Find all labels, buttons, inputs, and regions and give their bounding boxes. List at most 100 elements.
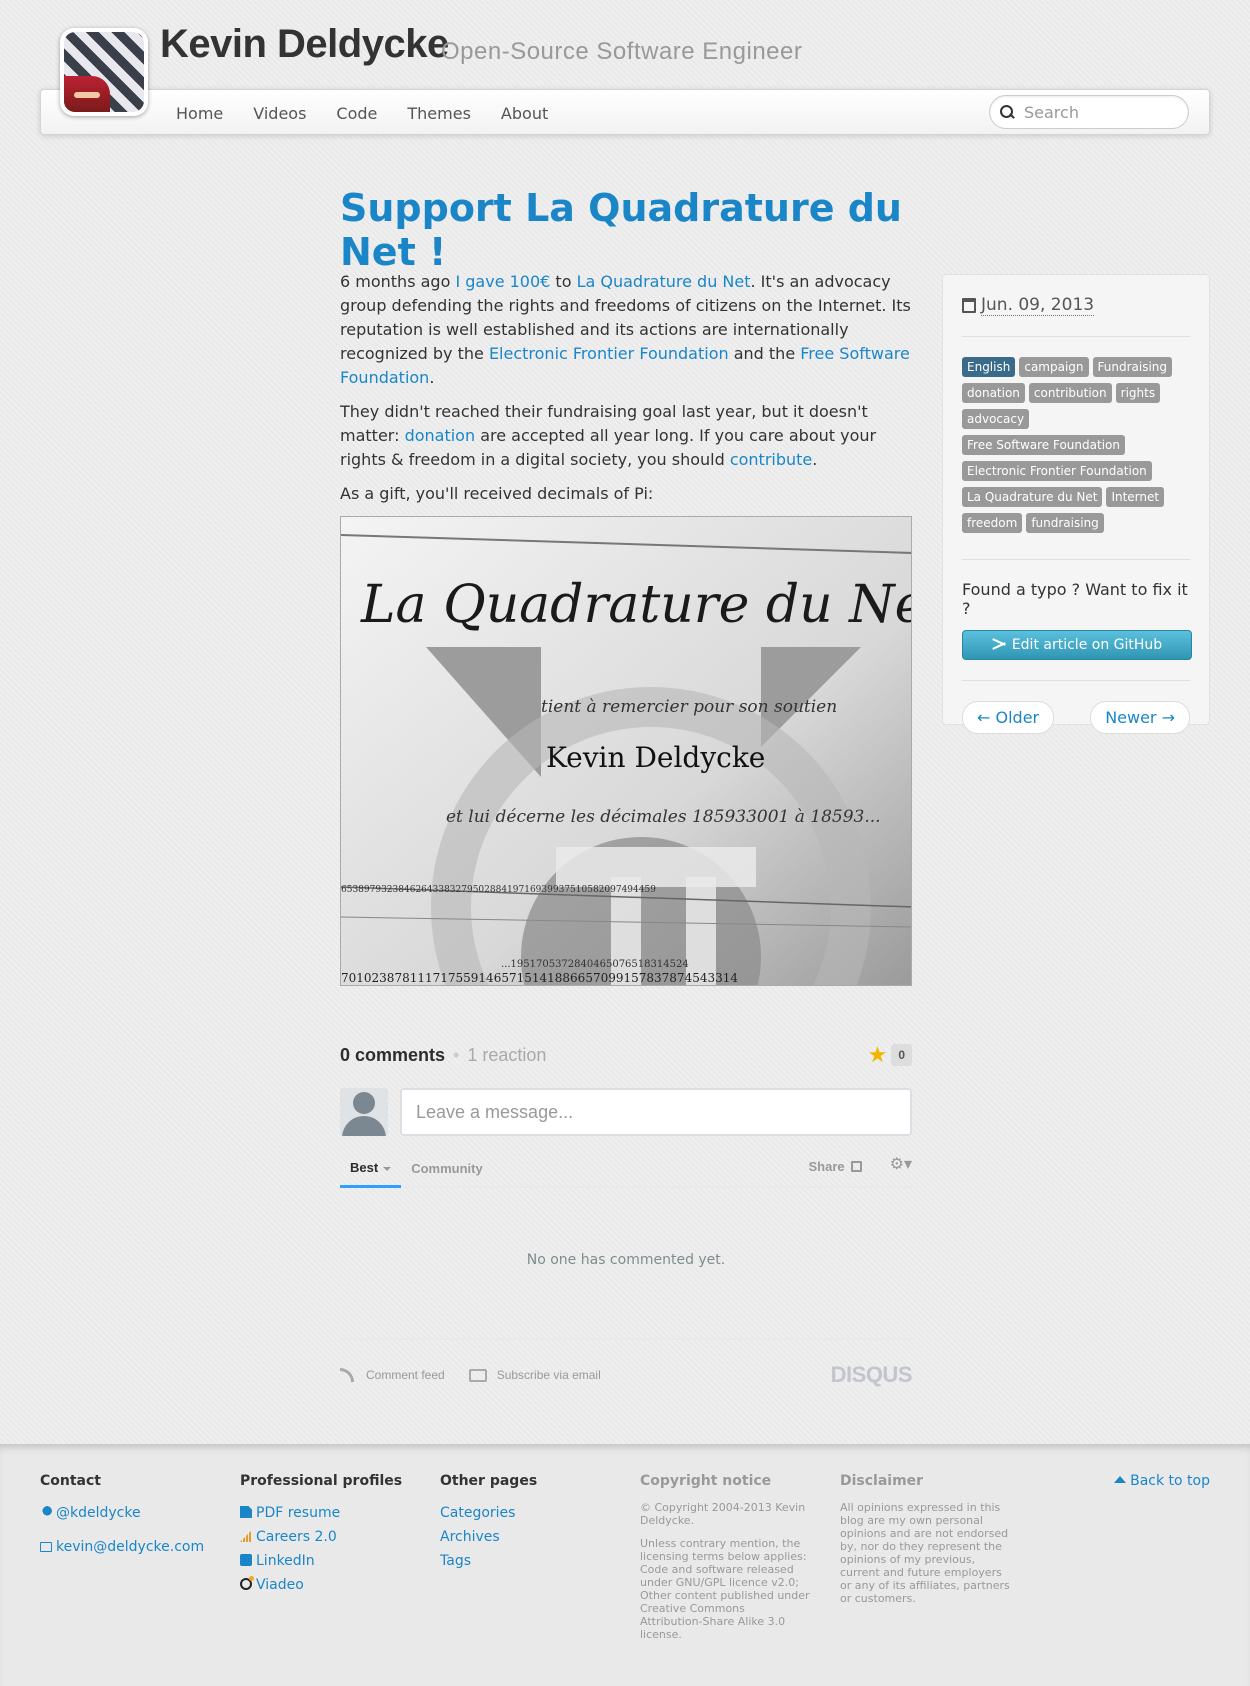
photo-digits-2: 7010238781117175591465715141886657099157… [341,971,738,985]
tab-best[interactable]: Best [340,1160,402,1188]
link-donation[interactable]: donation [405,426,476,445]
nav-home[interactable]: Home [176,104,223,123]
edit-on-github-button[interactable]: Edit article on GitHub [962,630,1192,660]
nav-videos[interactable]: Videos [253,104,306,123]
linkedin-icon [240,1554,252,1566]
copyright-line: © Copyright 2004-2013 Kevin Deldycke. [640,1501,806,1527]
tab-community[interactable]: Community [401,1161,493,1186]
twitter-icon [40,1506,52,1518]
footer-copyright: Copyright notice © Copyright 2004-2013 K… [640,1473,810,1651]
older-button[interactable]: ← Older [962,701,1055,734]
twitter-label: @kdeldycke [56,1505,141,1521]
linkedin-link[interactable]: LinkedIn [240,1549,402,1573]
twitter-link[interactable]: @kdeldycke [40,1501,204,1525]
separator: • [453,1044,460,1065]
tag-list: English campaign Fundraising donation co… [962,357,1190,539]
comment-tabs: Best Community Share ⚙▾ [340,1152,912,1188]
tag-internet[interactable]: Internet [1106,487,1165,507]
link-lqdn[interactable]: La Quadrature du Net [577,272,751,291]
pdf-resume-link[interactable]: PDF resume [240,1501,402,1525]
recommend-count: 0 [891,1044,912,1066]
site-subtitle: Open-Source Software Engineer [441,38,803,65]
share-label: Share [808,1159,845,1174]
tag-lqdn[interactable]: La Quadrature du Net [962,487,1103,507]
tag-donation[interactable]: donation [962,383,1025,403]
nav-code[interactable]: Code [336,104,377,123]
photo-digits-1: 6538979323846264338327950288419716939937… [341,885,656,895]
site-logo[interactable] [60,28,148,116]
text: 6 months ago [340,272,456,291]
mail-icon [468,1368,487,1382]
link-gave[interactable]: I gave 100€ [455,272,550,291]
reaction-count[interactable]: 1 reaction [467,1045,546,1066]
article-title[interactable]: Support La Quadrature du Net ! [340,186,920,274]
footer-heading: Professional profiles [240,1473,403,1489]
tag-english[interactable]: English [962,357,1016,377]
date-value[interactable]: Jun. 09, 2013 [981,295,1095,316]
share-button[interactable]: Share [808,1159,862,1186]
photo-heading: La Quadrature du Net [360,575,912,635]
gear-icon[interactable]: ⚙▾ [890,1154,912,1186]
tag-fundraising-cap[interactable]: Fundraising [1092,357,1173,377]
tag-contribution[interactable]: contribution [1028,383,1112,403]
tag-advocacy[interactable]: advocacy [962,409,1030,429]
site-title[interactable]: Kevin Deldycke [160,22,449,67]
paragraph-2: They didn't reached their fundraising go… [340,400,912,472]
text: . [429,368,435,387]
divider [962,680,1190,681]
back-to-top-link[interactable]: Back to top [1114,1473,1210,1489]
nav-themes[interactable]: Themes [407,104,471,123]
typo-text: Found a typo ? Want to fix it ? [962,580,1188,618]
viadeo-icon [240,1576,254,1590]
photo-name: Kevin Deldycke [546,741,765,774]
footer-profiles: Professional profiles PDF resume Careers… [240,1473,402,1597]
text: and the [728,344,801,363]
site-footer: Contact @kdeldycke kevin@deldycke.com Pr… [0,1444,1250,1686]
copyright-line: Other content published under Creative C… [640,1589,810,1641]
tag-fsf[interactable]: Free Software Foundation [962,435,1125,455]
divider [962,336,1190,337]
tag-rights[interactable]: rights [1115,383,1161,403]
careers-link[interactable]: Careers 2.0 [240,1525,402,1549]
tag-freedom[interactable]: freedom [962,513,1023,533]
copyright-line: Code and software released under GNU/GPL… [640,1563,799,1589]
user-avatar [340,1088,388,1136]
shuffle-icon [992,639,1006,649]
file-icon [240,1506,252,1518]
envelope-icon [40,1542,52,1552]
arrow-up-icon [1114,1476,1127,1483]
subscribe-link[interactable]: Subscribe via email [497,1368,601,1382]
tag-eff[interactable]: Electronic Frontier Foundation [962,461,1152,481]
nav-about[interactable]: About [501,104,548,123]
recommend-button[interactable]: ★ 0 [868,1042,912,1068]
photo-digits-3: ...1951705372840465076518314524 [501,959,689,970]
email-link[interactable]: kevin@deldycke.com [40,1535,204,1559]
archives-link[interactable]: Archives [440,1525,537,1549]
link-eff[interactable]: Electronic Frontier Foundation [489,344,729,363]
categories-link[interactable]: Categories [440,1501,537,1525]
newer-button[interactable]: Newer → [1090,701,1190,734]
link-label: PDF resume [256,1505,341,1521]
careers-icon [240,1530,252,1542]
back-to-top-label: Back to top [1130,1473,1210,1489]
post-date: Jun. 09, 2013 [962,295,1190,316]
comment-feed-link[interactable]: Comment feed [366,1368,445,1382]
search-input[interactable] [1022,101,1172,123]
viadeo-link[interactable]: Viadeo [240,1573,402,1597]
edit-button-label: Edit article on GitHub [1011,637,1163,653]
disqus-comments: 0 comments • 1 reaction ★ 0 Best Communi… [340,1040,913,1388]
star-icon: ★ [867,1042,888,1067]
footer-other-pages: Other pages Categories Archives Tags [440,1473,537,1573]
photo-line1: tient à remercier pour son soutien [541,697,837,717]
paragraph-1: 6 months ago I gave 100€ to La Quadratur… [340,270,912,390]
tag-campaign[interactable]: campaign [1019,357,1089,377]
disqus-logo[interactable]: DISQUS [831,1362,913,1388]
tab-best-label: Best [350,1160,379,1175]
tag-fundraising[interactable]: fundraising [1026,513,1104,533]
tags-link[interactable]: Tags [440,1549,537,1573]
link-contribute[interactable]: contribute [730,450,812,469]
search-box[interactable] [989,95,1189,129]
comment-input[interactable] [400,1088,912,1136]
article-sidebar: Jun. 09, 2013 English campaign Fundraisi… [942,274,1210,734]
text: . [812,450,818,469]
